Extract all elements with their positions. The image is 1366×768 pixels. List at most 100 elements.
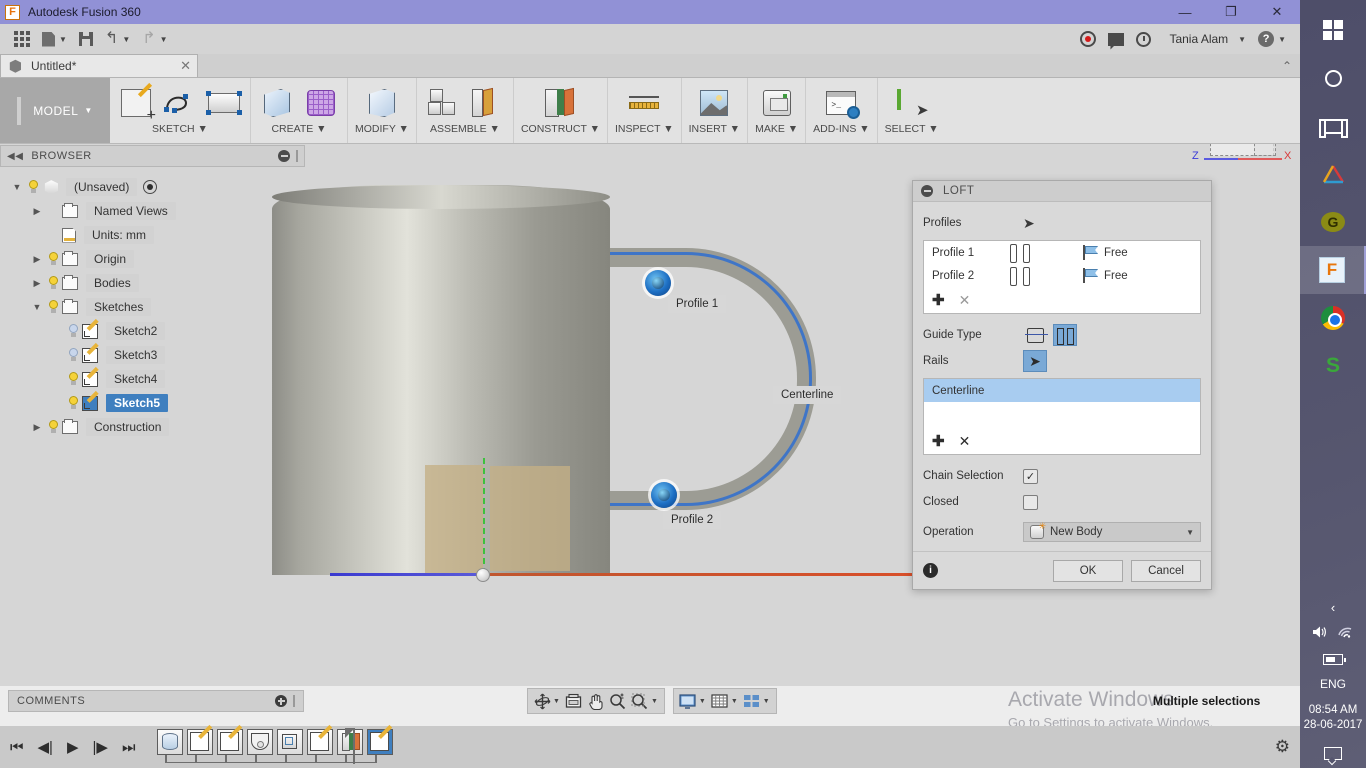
job-status-button[interactable] bbox=[1130, 24, 1157, 54]
rails-select-button[interactable]: ➤ bbox=[1023, 350, 1047, 372]
zoom-button[interactable] bbox=[607, 690, 629, 712]
timeline-playback-1[interactable]: ◀| bbox=[38, 738, 53, 756]
visibility-bulb-icon[interactable] bbox=[66, 323, 80, 339]
ribbon-group-label-inspect[interactable]: INSPECT ▼ bbox=[615, 123, 674, 135]
language-indicator[interactable]: ENG bbox=[1320, 677, 1346, 691]
wifi-icon[interactable] bbox=[1337, 625, 1354, 642]
timeline-feature-sketch-feature-3[interactable] bbox=[307, 724, 334, 755]
rails-listbox[interactable]: Centerline ✚ ✕ bbox=[923, 378, 1201, 455]
timeline-settings-icon[interactable]: ⚙ bbox=[1275, 737, 1290, 757]
browser-minimize-icon[interactable] bbox=[278, 150, 290, 162]
tree-item-bodies[interactable]: ▶ Bodies bbox=[0, 271, 305, 295]
remove-rail-icon[interactable]: ✕ bbox=[959, 433, 971, 450]
tree-item-sketch2[interactable]: Sketch2 bbox=[0, 319, 305, 343]
workspace-switcher[interactable]: MODEL ▼ bbox=[0, 78, 110, 143]
rectangle-button[interactable] bbox=[205, 84, 243, 122]
ribbon-group-label-construct[interactable]: CONSTRUCT ▼ bbox=[521, 123, 600, 135]
collapse-dialog-icon[interactable] bbox=[921, 185, 933, 197]
expander-icon[interactable]: ▶ bbox=[28, 254, 46, 265]
comments-panel[interactable]: COMMENTS bbox=[8, 690, 304, 712]
timeline-feature-fillet-feature[interactable] bbox=[247, 729, 274, 755]
ok-button[interactable]: OK bbox=[1053, 559, 1123, 582]
expander-icon[interactable]: ▼ bbox=[8, 182, 26, 192]
create-sketch-button[interactable] bbox=[117, 84, 156, 125]
new-component-button[interactable] bbox=[424, 84, 462, 122]
mesh-button[interactable] bbox=[302, 84, 340, 122]
collapse-browser-icon[interactable]: ◀◀ bbox=[7, 151, 23, 162]
maximize-button[interactable]: ❐ bbox=[1208, 0, 1254, 24]
close-button[interactable]: ✕ bbox=[1254, 0, 1300, 24]
profile-2-condition[interactable]: Free bbox=[1082, 268, 1128, 283]
expander-icon[interactable]: ▶ bbox=[28, 422, 46, 433]
tree-item-sketches[interactable]: ▼ Sketches bbox=[0, 295, 305, 319]
timeline-feature-shell-feature[interactable] bbox=[277, 729, 304, 755]
help-menu[interactable]: ? ▼ bbox=[1252, 24, 1292, 54]
visibility-bulb-icon[interactable] bbox=[66, 371, 80, 387]
new-document-button[interactable]: ▼ bbox=[36, 24, 73, 54]
autodesk-a360-task[interactable] bbox=[1300, 150, 1366, 198]
screencast-button[interactable] bbox=[1074, 24, 1102, 54]
tree-item-unsaved[interactable]: ▼ (Unsaved) bbox=[0, 175, 305, 199]
profile-1-condition[interactable]: Free bbox=[1082, 245, 1128, 260]
document-tab-untitled[interactable]: Untitled* ✕ bbox=[0, 54, 198, 77]
look-at-button[interactable] bbox=[563, 690, 585, 712]
chevron-down-icon[interactable]: ▼ bbox=[699, 698, 706, 705]
timeline-playback-4[interactable]: ⏭ bbox=[122, 739, 136, 756]
timeline-playback-2[interactable]: ▶ bbox=[67, 738, 79, 756]
timeline-playback-3[interactable]: |▶ bbox=[93, 738, 108, 756]
profile-row-2[interactable]: Profile 2 Free bbox=[924, 264, 1200, 287]
profiles-listbox[interactable]: Profile 1 Free Profile 2 Free ✚ ✕ bbox=[923, 240, 1201, 314]
expander-icon[interactable]: ▼ bbox=[28, 302, 46, 312]
press-pull-button[interactable] bbox=[363, 84, 401, 122]
remove-profile-icon[interactable]: ✕ bbox=[959, 292, 971, 309]
guide-type-rails-button[interactable] bbox=[1023, 324, 1048, 346]
volume-icon[interactable] bbox=[1312, 625, 1329, 642]
collapse-ribbon-icon[interactable]: ⌃ bbox=[1282, 59, 1292, 73]
visibility-bulb-icon[interactable] bbox=[66, 395, 80, 411]
chevron-down-icon[interactable]: ▼ bbox=[651, 698, 658, 705]
tree-item-units-mm[interactable]: Units: mm bbox=[0, 223, 305, 247]
measure-button[interactable] bbox=[625, 84, 663, 122]
ribbon-group-label-addins[interactable]: ADD-INS ▼ bbox=[813, 123, 869, 135]
action-center-icon[interactable] bbox=[1323, 747, 1342, 760]
redo-button[interactable]: ↱ ▼ bbox=[136, 24, 173, 54]
undo-button[interactable]: ↰ ▼ bbox=[99, 24, 136, 54]
timeline-feature-sketch-feature-2[interactable] bbox=[217, 724, 244, 755]
skype-task[interactable]: S bbox=[1300, 342, 1366, 390]
close-tab-icon[interactable]: ✕ bbox=[180, 58, 191, 74]
browser-resize-handle[interactable] bbox=[296, 150, 298, 162]
fit-button[interactable] bbox=[629, 690, 651, 712]
profile-1-point[interactable] bbox=[645, 270, 671, 296]
cortana-search-button[interactable] bbox=[1300, 54, 1366, 102]
insert-image-button[interactable] bbox=[695, 84, 733, 122]
3d-print-button[interactable] bbox=[758, 84, 796, 122]
google-chrome-task[interactable] bbox=[1300, 294, 1366, 342]
minimize-button[interactable]: — bbox=[1162, 0, 1208, 24]
orbit-button[interactable] bbox=[531, 690, 553, 712]
visibility-bulb-icon[interactable] bbox=[46, 275, 60, 291]
tree-item-sketch5[interactable]: Sketch5 bbox=[0, 391, 305, 415]
scripts-addins-button[interactable]: >_ bbox=[822, 84, 861, 122]
show-hidden-icons[interactable]: ‹ bbox=[1331, 600, 1335, 615]
select-tool-button[interactable]: ➤ bbox=[893, 84, 931, 122]
user-menu[interactable]: Tania Alam ▼ bbox=[1157, 24, 1252, 54]
ribbon-group-label-modify[interactable]: MODIFY ▼ bbox=[355, 123, 409, 135]
tree-item-sketch3[interactable]: Sketch3 bbox=[0, 343, 305, 367]
fusion-360-task[interactable]: F bbox=[1300, 246, 1366, 294]
tree-item-sketch4[interactable]: Sketch4 bbox=[0, 367, 305, 391]
start-button[interactable] bbox=[1300, 6, 1366, 54]
spline-button[interactable] bbox=[161, 84, 199, 122]
ribbon-group-label-insert[interactable]: INSERT ▼ bbox=[689, 123, 740, 135]
timeline-playback-0[interactable]: ⏮ bbox=[10, 739, 24, 756]
closed-checkbox[interactable] bbox=[1023, 494, 1038, 510]
battery-icon[interactable] bbox=[1322, 654, 1346, 665]
timeline-feature-sketch-feature-1[interactable] bbox=[187, 724, 214, 755]
viewports-button[interactable] bbox=[741, 690, 763, 712]
guide-type-centerline-button[interactable] bbox=[1053, 324, 1077, 346]
joint-button[interactable] bbox=[468, 84, 506, 122]
tree-item-origin[interactable]: ▶ Origin bbox=[0, 247, 305, 271]
ribbon-group-label-assemble[interactable]: ASSEMBLE ▼ bbox=[430, 123, 500, 135]
ribbon-group-label-make[interactable]: MAKE ▼ bbox=[755, 123, 798, 135]
add-rail-icon[interactable]: ✚ bbox=[932, 432, 945, 450]
activate-component-radio[interactable] bbox=[143, 180, 158, 194]
